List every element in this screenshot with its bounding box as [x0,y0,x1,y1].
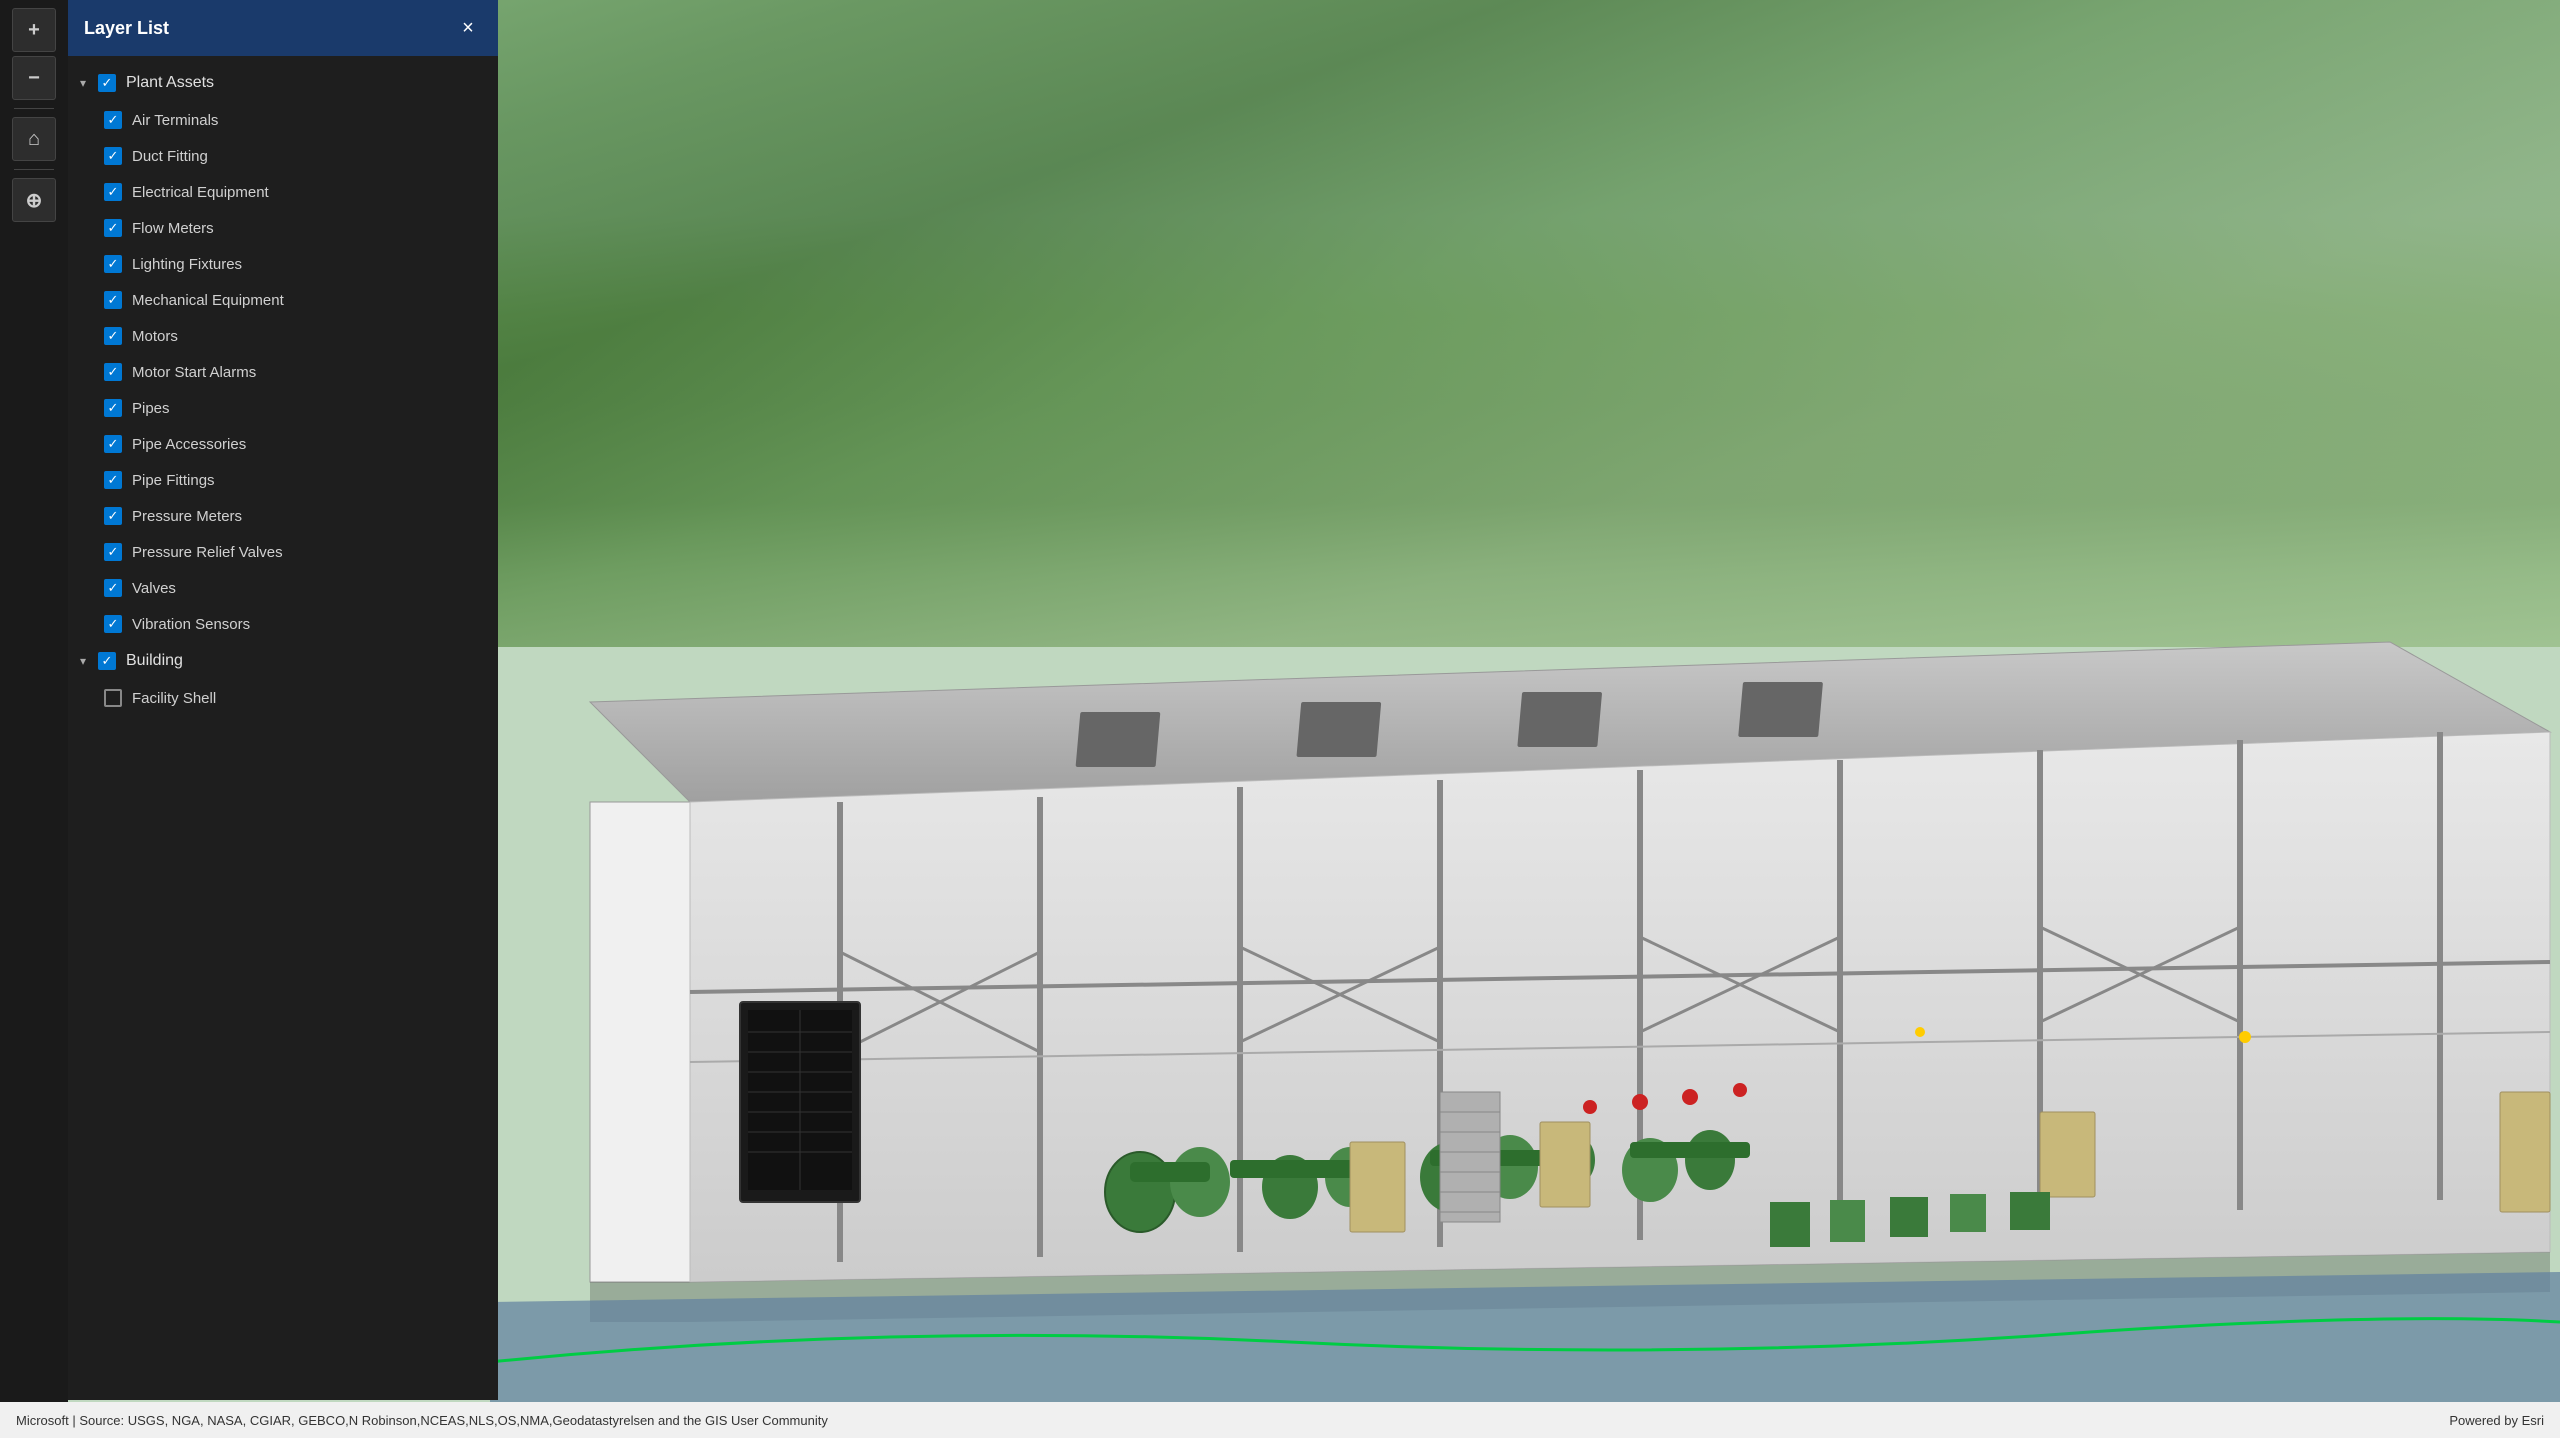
layer-label-pipe-accessories: Pipe Accessories [132,436,246,453]
panel-body[interactable]: ▾ ✓ Plant Assets ✓ Air Terminals ✓ Duct Fittin… [68,56,498,1400]
zoom-in-button[interactable]: + [12,8,56,52]
layer-item-flow-meters[interactable]: ✓ Flow Meters [68,210,498,246]
layer-label-pressure-relief-valves: Pressure Relief Valves [132,544,283,561]
layer-item-facility-shell[interactable]: Facility Shell [68,680,498,716]
layer-label-pipe-fittings: Pipe Fittings [132,472,215,489]
attribution-right: Powered by Esri [2449,1413,2544,1428]
layer-label-pipes: Pipes [132,400,170,417]
toolbar-divider-2 [14,169,54,170]
status-bar: Microsoft | Source: USGS, NGA, NASA, CGI… [0,1402,2560,1438]
layer-item-motors[interactable]: ✓ Motors [68,318,498,354]
layer-label-motors: Motors [132,328,178,345]
layer-item-pipe-fittings[interactable]: ✓ Pipe Fittings [68,462,498,498]
attribution-left: Microsoft | Source: USGS, NGA, NASA, CGI… [16,1413,828,1428]
left-toolbar: + − ⌂ ⊕ [0,0,68,1438]
layer-label-duct-fitting: Duct Fitting [132,148,208,165]
checkbox-duct-fitting[interactable]: ✓ [104,147,122,165]
layer-item-pressure-meters[interactable]: ✓ Pressure Meters [68,498,498,534]
checkbox-pipe-fittings[interactable]: ✓ [104,471,122,489]
layer-item-electrical-equipment[interactable]: ✓ Electrical Equipment [68,174,498,210]
layer-label-facility-shell: Facility Shell [132,690,216,707]
layer-item-lighting-fixtures[interactable]: ✓ Lighting Fixtures [68,246,498,282]
checkbox-mechanical-equipment[interactable]: ✓ [104,291,122,309]
layer-label-electrical-equipment: Electrical Equipment [132,184,269,201]
group-label-plant-assets: Plant Assets [126,74,214,92]
checkbox-air-terminals[interactable]: ✓ [104,111,122,129]
layer-list-content: ▾ ✓ Plant Assets ✓ Air Terminals ✓ Duct Fittin… [68,64,498,716]
home-button[interactable]: ⌂ [12,117,56,161]
layer-item-vibration-sensors[interactable]: ✓ Vibration Sensors [68,606,498,642]
layer-item-pressure-relief-valves[interactable]: ✓ Pressure Relief Valves [68,534,498,570]
checkbox-motor-start-alarms[interactable]: ✓ [104,363,122,381]
panel-header: Layer List × [68,0,498,56]
rotate-button[interactable]: ⊕ [12,178,56,222]
layer-label-lighting-fixtures: Lighting Fixtures [132,256,242,273]
checkbox-plant-assets[interactable]: ✓ [98,74,116,92]
layer-label-air-terminals: Air Terminals [132,112,218,129]
arrow-icon-plant-assets: ▾ [80,76,94,90]
layer-item-pipes[interactable]: ✓ Pipes [68,390,498,426]
group-item-plant-assets[interactable]: ▾ ✓ Plant Assets [68,64,498,102]
checkbox-vibration-sensors[interactable]: ✓ [104,615,122,633]
layer-label-motor-start-alarms: Motor Start Alarms [132,364,256,381]
layer-panel: Layer List × ▾ ✓ Plant Assets ✓ Air Terminal… [68,0,498,1400]
checkbox-electrical-equipment[interactable]: ✓ [104,183,122,201]
arrow-icon-building: ▾ [80,654,94,668]
layer-label-valves: Valves [132,580,176,597]
layer-label-mechanical-equipment: Mechanical Equipment [132,292,284,309]
checkbox-lighting-fixtures[interactable]: ✓ [104,255,122,273]
checkbox-motors[interactable]: ✓ [104,327,122,345]
checkbox-building[interactable]: ✓ [98,652,116,670]
group-label-building: Building [126,652,183,670]
checkbox-pipes[interactable]: ✓ [104,399,122,417]
building-3d [490,602,2560,1402]
checkbox-pressure-meters[interactable]: ✓ [104,507,122,525]
layer-item-air-terminals[interactable]: ✓ Air Terminals [68,102,498,138]
layer-item-mechanical-equipment[interactable]: ✓ Mechanical Equipment [68,282,498,318]
layer-item-duct-fitting[interactable]: ✓ Duct Fitting [68,138,498,174]
layer-label-vibration-sensors: Vibration Sensors [132,616,250,633]
layer-item-valves[interactable]: ✓ Valves [68,570,498,606]
panel-close-button[interactable]: × [454,14,482,42]
checkbox-pressure-relief-valves[interactable]: ✓ [104,543,122,561]
layer-item-motor-start-alarms[interactable]: ✓ Motor Start Alarms [68,354,498,390]
layer-label-flow-meters: Flow Meters [132,220,214,237]
checkbox-facility-shell[interactable] [104,689,122,707]
panel-title: Layer List [84,18,169,39]
checkbox-pipe-accessories[interactable]: ✓ [104,435,122,453]
toolbar-divider [14,108,54,109]
checkbox-valves[interactable]: ✓ [104,579,122,597]
layer-label-pressure-meters: Pressure Meters [132,508,242,525]
layer-item-pipe-accessories[interactable]: ✓ Pipe Accessories [68,426,498,462]
zoom-out-button[interactable]: − [12,56,56,100]
checkbox-flow-meters[interactable]: ✓ [104,219,122,237]
group-item-building[interactable]: ▾ ✓ Building [68,642,498,680]
